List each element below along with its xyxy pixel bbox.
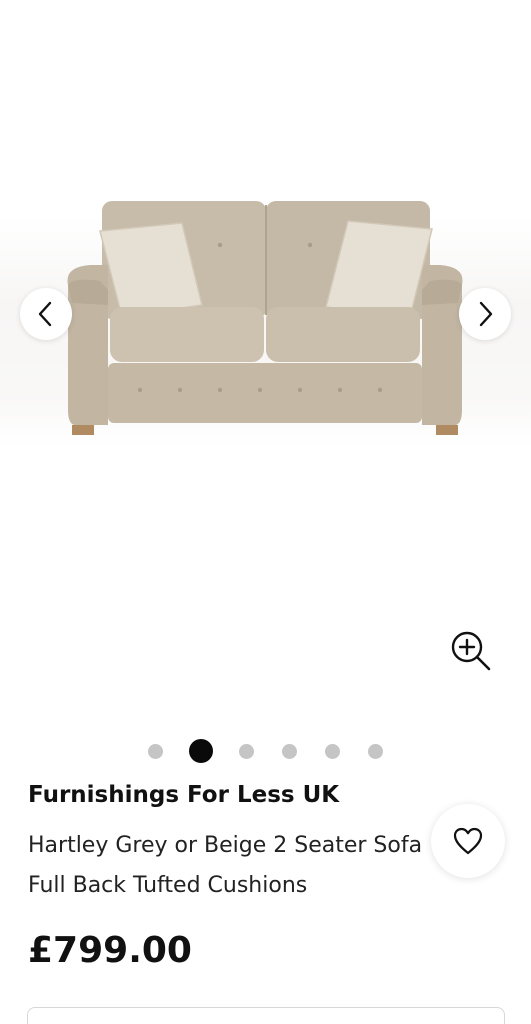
pagination-dot[interactable] [282,743,297,759]
next-section-card[interactable] [27,1007,505,1024]
gallery-pagination [0,738,531,764]
product-image[interactable] [60,195,470,445]
gallery-next-button[interactable] [459,288,511,340]
favourite-button[interactable] [431,804,505,878]
listing-page: Furnishings For Less UK Hartley Grey or … [0,0,531,1024]
listing-title: Hartley Grey or Beige 2 Seater Sofa Full… [28,833,423,898]
sofa-icon [67,201,463,435]
pagination-dot-active[interactable] [189,739,213,763]
zoom-in-icon [451,631,491,671]
zoom-button[interactable] [448,628,494,674]
seller-name[interactable]: Furnishings For Less UK [28,782,339,808]
gallery-prev-button[interactable] [20,288,72,340]
heart-icon [453,827,483,855]
pagination-dot[interactable] [239,743,254,759]
chevron-left-icon [38,301,52,327]
image-gallery[interactable] [0,0,531,720]
chevron-right-icon [479,301,493,327]
pagination-dot[interactable] [325,743,340,759]
listing-price: £799.00 [28,930,192,971]
pagination-dot[interactable] [148,743,163,759]
pagination-dot[interactable] [368,743,383,759]
